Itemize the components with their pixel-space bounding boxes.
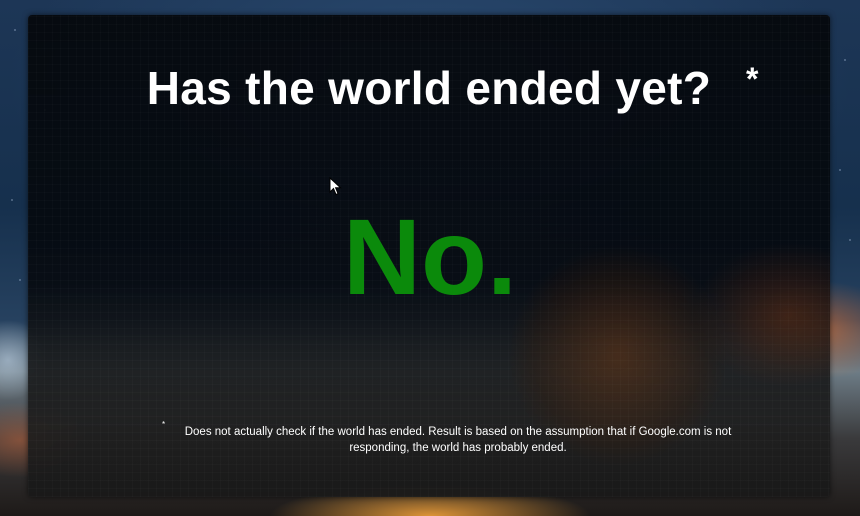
answer-text: No.	[28, 197, 830, 317]
page-background: Has the world ended yet? * No. * Does no…	[0, 0, 860, 516]
page-title: Has the world ended yet?	[146, 62, 712, 114]
content-panel: Has the world ended yet? * No. * Does no…	[28, 15, 830, 497]
title-asterisk: *	[746, 61, 759, 97]
title-container: Has the world ended yet?	[28, 61, 830, 115]
mouse-pointer-icon	[329, 177, 342, 196]
footnote-text: Does not actually check if the world has…	[184, 426, 732, 454]
answer-value: No.	[343, 196, 517, 317]
